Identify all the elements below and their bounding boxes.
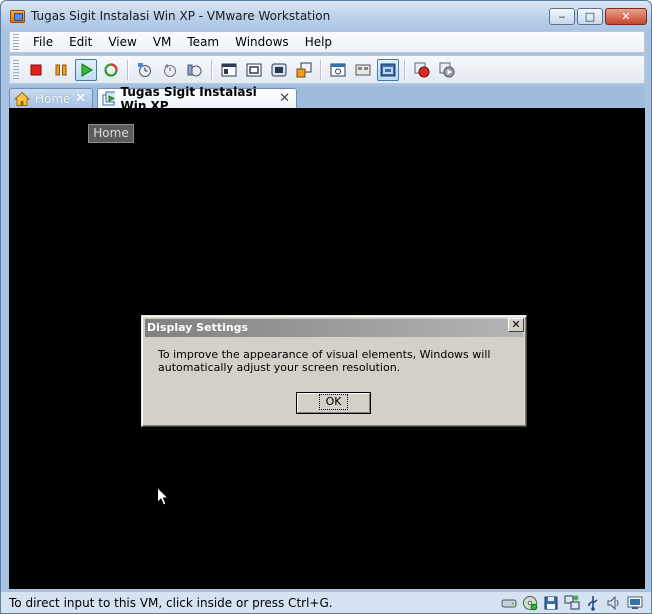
hard-disk-icon[interactable] [500, 594, 517, 611]
unity-menu-icon[interactable] [293, 59, 315, 81]
vmware-app-icon [10, 10, 25, 23]
quick-switch-icon[interactable] [218, 59, 240, 81]
power-on-icon[interactable] [74, 58, 97, 81]
menu-file[interactable]: File [25, 32, 61, 52]
tab-home-label: Home [35, 91, 71, 106]
status-text: To direct input to this VM, click inside… [9, 595, 333, 610]
display-settings-dialog: Display Settings ✕ To improve the appear… [141, 315, 527, 427]
ok-button-label: OK [318, 394, 349, 410]
toolbar-separator [127, 59, 128, 80]
tab-strip: Home ✕ Tugas Sigit Instalasi Win XP ✕ [9, 85, 645, 113]
vm-console[interactable]: Home Display Settings ✕ To improve the a… [9, 108, 645, 589]
replay-icon[interactable] [436, 59, 458, 81]
dialog-title[interactable]: Display Settings [145, 319, 523, 337]
menu-windows[interactable]: Windows [227, 32, 297, 52]
title-bar[interactable]: Tugas Sigit Instalasi Win XP - VMware Wo… [1, 1, 651, 31]
device-status-icons [500, 594, 643, 611]
usb-icon[interactable] [584, 594, 601, 611]
home-icon [14, 91, 30, 106]
menu-view[interactable]: View [100, 32, 144, 52]
minimize-button[interactable]: ‒ [549, 8, 575, 25]
status-bar: To direct input to this VM, click inside… [1, 591, 651, 613]
power-off-icon[interactable] [25, 59, 47, 81]
vm-icon [102, 91, 116, 105]
toolbar-grip-icon[interactable] [13, 59, 19, 80]
toolbar-separator [320, 59, 321, 80]
window-controls: ‒ □ ✕ [549, 8, 647, 25]
tab-home-close-icon[interactable]: ✕ [75, 92, 86, 105]
reset-icon[interactable] [100, 59, 122, 81]
suspend-icon[interactable] [50, 59, 72, 81]
vmware-window: Tugas Sigit Instalasi Win XP - VMware Wo… [0, 0, 652, 614]
sound-icon[interactable] [605, 594, 622, 611]
mouse-cursor-icon [157, 487, 169, 506]
floppy-icon[interactable] [542, 594, 559, 611]
menu-team[interactable]: Team [179, 32, 227, 52]
display-icon[interactable] [626, 594, 643, 611]
menu-bar: File Edit View VM Team Windows Help [9, 31, 645, 53]
window-title: Tugas Sigit Instalasi Win XP - VMware Wo… [31, 9, 331, 23]
dialog-message: To improve the appearance of visual elem… [158, 348, 491, 374]
network-icon[interactable] [563, 594, 580, 611]
take-snapshot-icon[interactable] [134, 59, 156, 81]
menu-vm[interactable]: VM [145, 32, 180, 52]
revert-snapshot-icon[interactable] [159, 59, 181, 81]
vm-home-chip[interactable]: Home [88, 124, 134, 143]
snapshot-manager-icon[interactable] [184, 59, 206, 81]
toolbar-separator [211, 59, 212, 80]
close-button[interactable]: ✕ [605, 8, 647, 25]
thumbnail-icon[interactable] [352, 59, 374, 81]
summary-view-icon[interactable] [376, 58, 399, 81]
tab-vm[interactable]: Tugas Sigit Instalasi Win XP ✕ [97, 85, 297, 113]
ok-button[interactable]: OK [296, 392, 371, 414]
record-icon[interactable] [411, 59, 433, 81]
dialog-close-button[interactable]: ✕ [508, 318, 524, 332]
unity-icon[interactable] [268, 59, 290, 81]
cd-dvd-icon[interactable] [521, 594, 538, 611]
menu-edit[interactable]: Edit [61, 32, 100, 52]
menu-grip-icon[interactable] [13, 34, 19, 50]
tab-vm-close-icon[interactable]: ✕ [279, 92, 290, 105]
toolbar-separator [404, 59, 405, 80]
toolbar [9, 55, 645, 84]
tab-home[interactable]: Home ✕ [9, 88, 93, 108]
maximize-button[interactable]: □ [577, 8, 603, 25]
console-view-icon[interactable] [327, 59, 349, 81]
full-screen-icon[interactable] [243, 59, 265, 81]
menu-help[interactable]: Help [297, 32, 340, 52]
